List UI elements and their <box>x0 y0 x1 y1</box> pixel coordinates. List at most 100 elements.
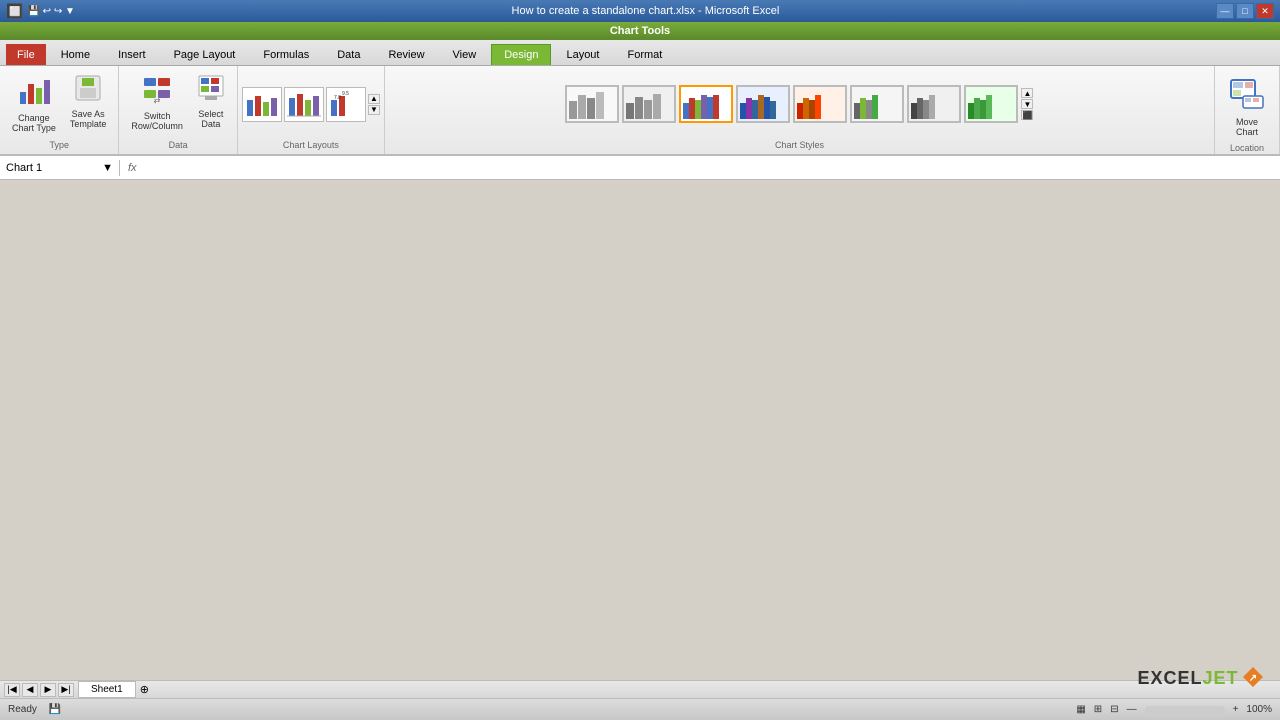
tab-home[interactable]: Home <box>48 44 103 65</box>
sheet-navigation: |◀ ◀ ▶ ▶| <box>0 683 78 697</box>
chart-style-7-button[interactable] <box>907 85 961 123</box>
svg-text:⇄: ⇄ <box>154 96 161 104</box>
styles-scroll: ▲ ▼ ⬛ <box>1021 88 1033 120</box>
save-as-template-button[interactable]: Save AsTemplate <box>64 70 113 133</box>
switch-row-column-icon: ⇄ <box>142 74 172 109</box>
zoom-level: 100% <box>1246 704 1272 715</box>
title-bar-controls: — □ ✕ <box>1216 3 1274 19</box>
ribbon-group-data: ⇄ SwitchRow/Column SelectData Data <box>119 66 238 154</box>
styles-scroll-down[interactable]: ▼ <box>1021 99 1033 109</box>
tab-view[interactable]: View <box>440 44 490 65</box>
add-sheet-button[interactable]: ⊕ <box>140 683 149 696</box>
view-pagebreak-icon[interactable]: ⊟ <box>1110 704 1118 715</box>
status-save-icon: 💾 <box>49 704 61 715</box>
view-layout-icon[interactable]: ⊞ <box>1094 704 1102 715</box>
tab-format[interactable]: Format <box>614 44 675 65</box>
move-chart-label: MoveChart <box>1236 117 1258 137</box>
change-chart-type-button[interactable]: ChangeChart Type <box>6 70 62 137</box>
status-left: Ready 💾 <box>8 704 1076 715</box>
formula-fx-label: fx <box>120 162 145 174</box>
svg-text:9.5: 9.5 <box>342 91 349 97</box>
save-as-template-label: Save AsTemplate <box>70 109 107 129</box>
status-text: Ready <box>8 704 37 715</box>
status-bar: Ready 💾 ▦ ⊞ ⊟ — + 100% <box>0 698 1280 720</box>
move-chart-icon <box>1229 74 1265 115</box>
switch-row-column-label: SwitchRow/Column <box>131 111 183 131</box>
chart-style-2-button[interactable] <box>622 85 676 123</box>
bottom-nav-bar: |◀ ◀ ▶ ▶| Sheet1 ⊕ <box>0 680 1280 698</box>
ribbon-group-type: ChangeChart Type Save AsTemplate Type <box>0 66 119 154</box>
styles-scroll-up[interactable]: ▲ <box>1021 88 1033 98</box>
tab-formulas[interactable]: Formulas <box>250 44 322 65</box>
styles-content: ▲ ▼ ⬛ <box>565 70 1033 138</box>
ribbon-group-chart-layouts: 7.89.5 ▲ ▼ Chart Layouts <box>238 66 385 154</box>
move-chart-button[interactable]: MoveChart <box>1221 70 1273 141</box>
type-group-content: ChangeChart Type Save AsTemplate <box>6 70 112 138</box>
tab-layout[interactable]: Layout <box>553 44 612 65</box>
layouts-scroll-up[interactable]: ▲ <box>368 94 380 104</box>
sheet1-tab[interactable]: Sheet1 <box>78 681 136 698</box>
layouts-scroll-down[interactable]: ▼ <box>368 105 380 115</box>
quick-access: 💾 ↩ ↪ ▼ <box>27 6 74 17</box>
data-group-label: Data <box>169 140 188 150</box>
change-chart-type-icon <box>18 74 50 111</box>
chart-layouts-group-label: Chart Layouts <box>283 140 339 150</box>
zoom-in-button[interactable]: + <box>1233 704 1239 715</box>
exceljet-logo: EXCELJET ↗ <box>1120 658 1280 698</box>
chart-tools-label: Chart Tools <box>610 25 670 37</box>
type-group-label: Type <box>49 140 69 150</box>
layouts-scroll: ▲ ▼ <box>368 94 380 115</box>
close-button[interactable]: ✕ <box>1256 3 1274 19</box>
next-sheet-button[interactable]: ▶ <box>40 683 56 697</box>
data-group-content: ⇄ SwitchRow/Column SelectData <box>125 70 231 138</box>
tab-file[interactable]: File <box>6 44 46 65</box>
name-box[interactable]: Chart 1 ▼ <box>0 160 120 176</box>
layouts-content: 7.89.5 ▲ ▼ <box>242 70 380 138</box>
change-chart-type-label: ChangeChart Type <box>12 113 56 133</box>
chart-style-5-button[interactable] <box>793 85 847 123</box>
status-right: ▦ ⊞ ⊟ — + 100% <box>1076 704 1272 715</box>
maximize-button[interactable]: □ <box>1236 3 1254 19</box>
location-group-content: MoveChart <box>1221 70 1273 141</box>
zoom-slider[interactable] <box>1145 706 1225 714</box>
title-bar-title: How to create a standalone chart.xlsx - … <box>75 5 1216 17</box>
tab-design[interactable]: Design <box>491 44 551 65</box>
ribbon-tabs: File Home Insert Page Layout Formulas Da… <box>0 40 1280 66</box>
tab-data[interactable]: Data <box>324 44 373 65</box>
prev-sheet-button[interactable]: ◀ <box>22 683 38 697</box>
switch-row-column-button[interactable]: ⇄ SwitchRow/Column <box>125 70 189 135</box>
chart-style-1-button[interactable] <box>565 85 619 123</box>
ribbon: ChangeChart Type Save AsTemplate Type ⇄ … <box>0 66 1280 156</box>
chart-style-3-button[interactable] <box>679 85 733 123</box>
app-icon: 🔲 <box>6 3 23 20</box>
name-box-dropdown-icon[interactable]: ▼ <box>102 162 113 174</box>
chart-layout-2-button[interactable] <box>284 87 324 122</box>
view-normal-icon[interactable]: ▦ <box>1076 704 1085 715</box>
select-data-button[interactable]: SelectData <box>191 70 231 133</box>
tab-review[interactable]: Review <box>375 44 437 65</box>
zoom-out-button[interactable]: — <box>1127 704 1137 715</box>
styles-scroll-expand[interactable]: ⬛ <box>1021 110 1033 120</box>
select-data-icon <box>197 74 225 107</box>
chart-layout-3-button[interactable]: 7.89.5 <box>326 87 366 122</box>
title-bar: 🔲 💾 ↩ ↪ ▼ How to create a standalone cha… <box>0 0 1280 22</box>
chart-tools-bar: Chart Tools <box>0 22 1280 40</box>
formula-input[interactable] <box>145 166 1280 170</box>
chart-layout-1-button[interactable] <box>242 87 282 122</box>
tab-insert[interactable]: Insert <box>105 44 159 65</box>
ribbon-group-location: MoveChart Location <box>1215 66 1280 154</box>
select-data-label: SelectData <box>198 109 223 129</box>
chart-style-4-button[interactable] <box>736 85 790 123</box>
tab-page-layout[interactable]: Page Layout <box>161 44 249 65</box>
svg-text:↗: ↗ <box>1248 673 1256 684</box>
name-box-value: Chart 1 <box>6 162 42 174</box>
chart-styles-group-label: Chart Styles <box>775 140 824 150</box>
chart-style-8-button[interactable] <box>964 85 1018 123</box>
last-sheet-button[interactable]: ▶| <box>58 683 74 697</box>
chart-style-6-button[interactable] <box>850 85 904 123</box>
first-sheet-button[interactable]: |◀ <box>4 683 20 697</box>
title-bar-left: 🔲 💾 ↩ ↪ ▼ <box>6 3 75 20</box>
minimize-button[interactable]: — <box>1216 3 1234 19</box>
svg-text:7.8: 7.8 <box>334 95 341 101</box>
save-as-template-icon <box>74 74 102 107</box>
